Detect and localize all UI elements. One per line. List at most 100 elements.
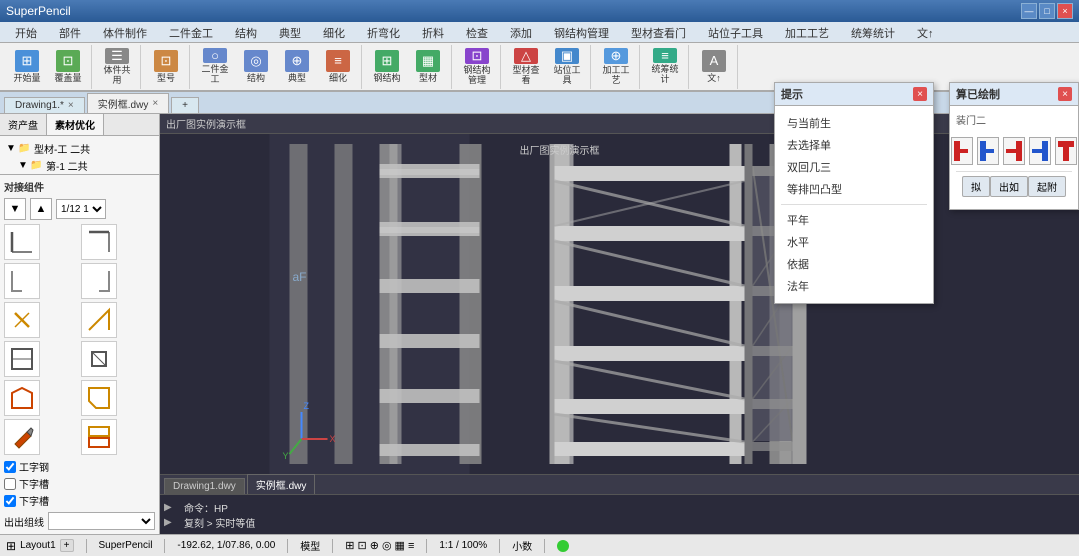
shape-down-btn[interactable]: ▼ xyxy=(4,198,26,220)
dialog-hint-item-6[interactable]: 水平 xyxy=(781,231,927,253)
tab-refine[interactable]: 细化 xyxy=(312,22,356,42)
d2-btn-1[interactable]: 拟 xyxy=(962,176,990,197)
dialog-drawn-header: 算已绘制 × xyxy=(950,83,1078,106)
tab-metal[interactable]: 二件金工 xyxy=(158,22,224,42)
ribbon-btn-7[interactable]: ⊕ 典型 xyxy=(278,47,316,87)
canvas-tab-2[interactable]: 实例框.dwy xyxy=(247,474,316,494)
dialog-hint-item-4[interactable]: 等排凹凸型 xyxy=(781,178,927,200)
ribbon-btn-4[interactable]: ⊡ 型号 xyxy=(147,47,185,87)
d2-icon-4[interactable] xyxy=(1029,137,1051,165)
tab-parts[interactable]: 部件 xyxy=(48,22,92,42)
ribbon-btn-13[interactable]: ▣ 站位工具 xyxy=(548,47,586,87)
ribbon-btn-6[interactable]: ◎ 结构 xyxy=(237,47,275,87)
dialog-hint-item-5[interactable]: 平年 xyxy=(781,209,927,231)
shape-item-4[interactable] xyxy=(81,263,117,299)
checkbox-2[interactable] xyxy=(4,478,16,490)
ribbon-btn-15[interactable]: ≡ 统筹统计 xyxy=(646,47,684,87)
doc-tab-2-close[interactable]: × xyxy=(152,98,158,109)
tab-file[interactable]: 文↑ xyxy=(906,22,945,42)
tab-start[interactable]: 开始 xyxy=(4,22,48,42)
dialog-hint-item-2[interactable]: 去选择单 xyxy=(781,134,927,156)
status-icon-osnap[interactable]: ▦ xyxy=(395,539,405,552)
cmd-bar: ▶ 命令：HP ▶ 复刻 > 实时等值 xyxy=(160,494,1079,534)
cmd-input[interactable] xyxy=(259,516,1075,528)
add-tab-btn[interactable]: + xyxy=(60,539,74,552)
ribbon-btn-9[interactable]: ⊞ 钢结构 xyxy=(368,47,406,87)
ribbon-btn-12[interactable]: △ 型材查看 xyxy=(507,47,545,87)
export-select[interactable] xyxy=(48,512,155,530)
scale-select[interactable]: 1/12 1 1/6 1/4 xyxy=(56,199,106,219)
shape-item-10[interactable] xyxy=(81,380,117,416)
checkbox-3[interactable] xyxy=(4,495,16,507)
ribbon-btn-14[interactable]: ⊕ 加工工艺 xyxy=(597,47,635,87)
tab-position[interactable]: 站位子工具 xyxy=(697,22,774,42)
shape-item-7[interactable] xyxy=(4,341,40,377)
shape-item-12[interactable] xyxy=(81,419,117,455)
ribbon-btn-11[interactable]: ⊡ 钢结构管理 xyxy=(458,47,496,87)
dialog-hint-item-7[interactable]: 依据 xyxy=(781,253,927,275)
shape-item-2[interactable] xyxy=(81,224,117,260)
tab-check[interactable]: 检查 xyxy=(455,22,499,42)
tab-material[interactable]: 折料 xyxy=(411,22,455,42)
tab-add[interactable]: 添加 xyxy=(499,22,543,42)
ribbon-btn-10[interactable]: ▦ 型材 xyxy=(409,47,447,87)
tab-make[interactable]: 体件制作 xyxy=(92,22,158,42)
ribbon-group-1: ⊞ 开始量 ⊡ 覆盖量 xyxy=(4,45,92,89)
doc-tab-1-close[interactable]: × xyxy=(68,100,74,111)
shape-item-6[interactable] xyxy=(81,302,117,338)
doc-tab-1[interactable]: Drawing1.* × xyxy=(4,97,85,113)
panel-tab-assets[interactable]: 资产盘 xyxy=(0,114,47,135)
tree-item-1[interactable]: ▼ 📁 第-1 二共 xyxy=(4,157,155,174)
doc-tab-2[interactable]: 实例框.dwy × xyxy=(87,93,169,113)
shape-item-5[interactable] xyxy=(4,302,40,338)
maximize-btn[interactable]: □ xyxy=(1039,3,1055,19)
d2-btn-3[interactable]: 起附 xyxy=(1028,176,1066,197)
doc-tab-add[interactable]: + xyxy=(171,97,199,113)
tab-steel[interactable]: 钢结构管理 xyxy=(543,22,620,42)
shape-item-8[interactable] xyxy=(81,341,117,377)
tree-toggle-1[interactable]: ▼ xyxy=(18,160,30,171)
dialog-hint-item-8[interactable]: 法年 xyxy=(781,275,927,297)
tab-typical[interactable]: 典型 xyxy=(268,22,312,42)
close-btn[interactable]: × xyxy=(1057,3,1073,19)
ribbon-btn-3[interactable]: ☰ 体件共用 xyxy=(98,47,136,87)
checkbox-1[interactable] xyxy=(4,461,16,473)
layout-label[interactable]: Layout1 xyxy=(20,540,56,551)
dialog-hint-item-1[interactable]: 与当前生 xyxy=(781,112,927,134)
canvas-tab-1[interactable]: Drawing1.dwy xyxy=(164,478,245,494)
shape-item-9[interactable] xyxy=(4,380,40,416)
dialog-hint-item-3[interactable]: 双回几三 xyxy=(781,156,927,178)
shape-item-3[interactable] xyxy=(4,263,40,299)
ribbon-btn-5[interactable]: ○ 二件金工 xyxy=(196,47,234,87)
ribbon-btn-1[interactable]: ⊞ 开始量 xyxy=(8,47,46,87)
panel-tab-materials[interactable]: 素材优化 xyxy=(47,114,104,135)
d2-icon-5[interactable] xyxy=(1055,137,1077,165)
ribbon-btn-2[interactable]: ⊡ 覆盖量 xyxy=(49,47,87,87)
tab-process[interactable]: 加工工艺 xyxy=(774,22,840,42)
minimize-btn[interactable]: — xyxy=(1021,3,1037,19)
tab-bend[interactable]: 折弯化 xyxy=(356,22,411,42)
shape-item-1[interactable] xyxy=(4,224,40,260)
status-icon-grid[interactable]: ⊡ xyxy=(358,539,367,552)
ribbon-btn-16[interactable]: A 文↑ xyxy=(695,47,733,87)
dialog-drawn-close[interactable]: × xyxy=(1058,87,1072,101)
status-icon-ortho[interactable]: ⊕ xyxy=(370,539,379,552)
d2-btn-2[interactable]: 出如 xyxy=(990,176,1028,197)
d2-icon-3[interactable] xyxy=(1003,137,1025,165)
ribbon-btn-8[interactable]: ≡ 细化 xyxy=(319,47,357,87)
tree-item-root[interactable]: ▼ 📁 型材-工 二共 xyxy=(4,140,155,157)
status-icon-snap[interactable]: ⊞ xyxy=(345,539,354,552)
d2-icon-2[interactable] xyxy=(977,137,999,165)
checkbox-label-1: 工字钢 xyxy=(19,459,49,474)
tree-toggle[interactable]: ▼ xyxy=(6,143,18,154)
status-icon-polar[interactable]: ◎ xyxy=(382,539,392,552)
d2-icon-1[interactable] xyxy=(951,137,973,165)
tab-profile[interactable]: 型材查看门 xyxy=(620,22,697,42)
dialog-hint-close[interactable]: × xyxy=(913,87,927,101)
tab-struct[interactable]: 结构 xyxy=(224,22,268,42)
tab-stats[interactable]: 统筹统计 xyxy=(840,22,906,42)
shape-up-btn[interactable]: ▲ xyxy=(30,198,52,220)
shape-item-11[interactable] xyxy=(4,419,40,455)
status-icon-track[interactable]: ≡ xyxy=(408,540,414,552)
canvas-view[interactable]: X Z Y 出厂图实例演示框 aF xyxy=(160,134,1079,474)
